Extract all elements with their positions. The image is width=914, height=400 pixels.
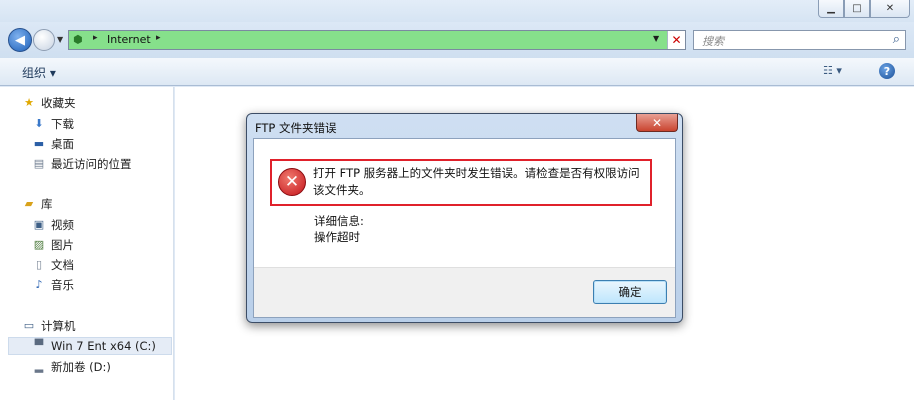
recent-pages-dropdown[interactable]: ▼ — [57, 35, 63, 44]
address-row: ◀ ▼ ⬢ ▸ Internet ▸ ▼ ✕ 搜索 ⌕ — [0, 22, 914, 58]
organize-menu-button[interactable]: 组织 ▾ — [22, 64, 56, 81]
nav-item-drive-c[interactable]: ▀ Win 7 Ent x64 (C:) — [8, 337, 172, 355]
nav-item-music[interactable]: ♪ 音乐 — [32, 276, 74, 294]
drive-icon: ▂ — [34, 360, 44, 373]
back-button[interactable]: ◀ — [8, 28, 32, 52]
nav-item-label: 图片 — [51, 238, 74, 252]
network-icon: ⬢ — [73, 33, 83, 46]
computer-icon: ▭ — [23, 319, 35, 332]
star-icon: ★ — [24, 96, 34, 109]
nav-item-recent-places[interactable]: ▤ 最近访问的位置 — [32, 155, 132, 173]
nav-libraries-label: 库 — [41, 197, 53, 211]
minimize-button[interactable]: ▁ — [818, 0, 844, 18]
search-input[interactable]: 搜索 — [702, 33, 724, 49]
window-controls: ▁ □ ✕ — [818, 0, 910, 18]
crumb-separator-icon: ▸ — [156, 33, 161, 43]
nav-item-documents[interactable]: ▯ 文档 — [32, 256, 74, 274]
nav-item-label: 音乐 — [51, 278, 74, 292]
library-folder-icon: ▰ — [24, 197, 34, 210]
navigation-pane: ★ 收藏夹 ⬇ 下载 ▬ 桌面 ▤ 最近访问的位置 ▰ 库 ▣ 视频 ▨ 图片 … — [0, 87, 174, 400]
nav-item-label: 桌面 — [51, 137, 74, 151]
command-bar: 组织 ▾ ☷ ▾ ? — [0, 58, 914, 86]
system-drive-icon: ▀ — [34, 339, 44, 352]
nav-item-label: 视频 — [51, 218, 74, 232]
picture-icon: ▨ — [33, 238, 45, 251]
change-view-button[interactable]: ☷ ▾ — [823, 64, 842, 77]
nav-item-label: 新加卷 (D:) — [51, 360, 111, 374]
arrow-left-icon: ◀ — [15, 32, 25, 48]
address-bar[interactable]: ⬢ ▸ Internet ▸ ▼ ✕ — [68, 30, 686, 50]
ftp-error-dialog: FTP 文件夹错误 ✕ ✕ 打开 FTP 服务器上的文件夹时发生错误。请检查是否… — [246, 113, 683, 323]
nav-item-drive-d[interactable]: ▂ 新加卷 (D:) — [32, 358, 111, 376]
desktop-icon: ▬ — [33, 137, 45, 150]
dialog-close-button[interactable]: ✕ — [636, 114, 678, 132]
help-button[interactable]: ? — [879, 63, 895, 79]
nav-item-label: Win 7 Ent x64 (C:) — [51, 339, 156, 353]
window-titlebar: ▁ □ ✕ — [0, 0, 914, 22]
video-icon: ▣ — [33, 218, 45, 231]
document-icon: ▯ — [35, 258, 43, 271]
address-history-dropdown[interactable]: ▼ — [653, 34, 659, 43]
dialog-body: ✕ 打开 FTP 服务器上的文件夹时发生错误。请检查是否有权限访问该文件夹。 详… — [253, 138, 676, 318]
nav-item-videos[interactable]: ▣ 视频 — [32, 216, 74, 234]
stop-button[interactable]: ✕ — [667, 31, 685, 49]
nav-item-label: 文档 — [51, 258, 74, 272]
recent-places-icon: ▤ — [33, 157, 45, 170]
nav-computer-label: 计算机 — [41, 319, 76, 333]
close-window-button[interactable]: ✕ — [870, 0, 910, 18]
nav-item-label: 下载 — [51, 117, 74, 131]
nav-computer[interactable]: ▭ 计算机 — [22, 317, 76, 335]
search-icon[interactable]: ⌕ — [893, 32, 900, 47]
nav-item-desktop[interactable]: ▬ 桌面 — [32, 135, 74, 153]
dialog-title: FTP 文件夹错误 — [255, 121, 337, 135]
breadcrumb-internet[interactable]: Internet — [107, 33, 151, 46]
crumb-separator-icon: ▸ — [93, 33, 98, 43]
nav-favorites-label: 收藏夹 — [41, 96, 76, 110]
forward-button[interactable] — [33, 29, 55, 51]
nav-item-downloads[interactable]: ⬇ 下载 — [32, 115, 74, 133]
maximize-button[interactable]: □ — [844, 0, 870, 18]
details-label: 详细信息: — [314, 214, 364, 228]
search-box[interactable]: 搜索 ⌕ — [693, 30, 906, 50]
download-folder-icon: ⬇ — [34, 117, 44, 130]
nav-libraries[interactable]: ▰ 库 — [22, 195, 53, 213]
dialog-footer: 确定 — [254, 267, 675, 317]
ok-button[interactable]: 确定 — [593, 280, 667, 304]
nav-item-pictures[interactable]: ▨ 图片 — [32, 236, 74, 254]
error-icon: ✕ — [278, 168, 306, 196]
nav-favorites[interactable]: ★ 收藏夹 — [22, 94, 76, 112]
error-message: 打开 FTP 服务器上的文件夹时发生错误。请检查是否有权限访问该文件夹。 — [313, 166, 640, 197]
nav-item-label: 最近访问的位置 — [51, 157, 132, 171]
music-icon: ♪ — [35, 278, 43, 291]
details-text: 操作超时 — [314, 230, 360, 244]
